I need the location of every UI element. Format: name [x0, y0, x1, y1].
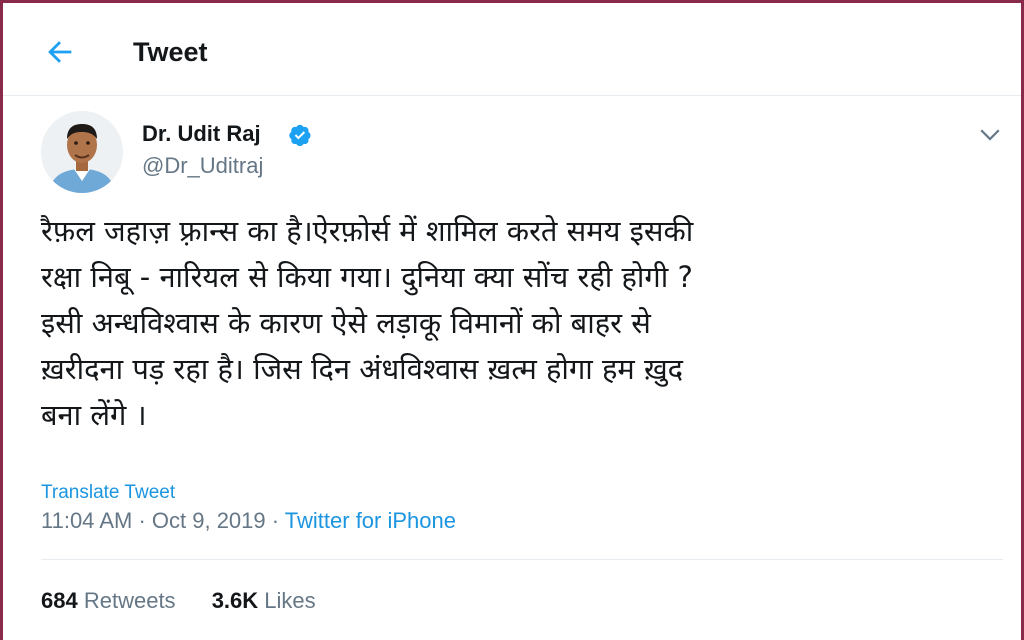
back-button[interactable] [43, 35, 77, 69]
tweet-stats: 684 Retweets 3.6K Likes [41, 588, 316, 614]
tweet-timestamp: 11:04 AM · Oct 9, 2019 · Twitter for iPh… [41, 508, 456, 534]
verified-badge-icon [288, 123, 312, 147]
likes-label: Likes [264, 588, 316, 613]
divider [41, 559, 1003, 560]
meta-separator: · [132, 508, 152, 533]
meta-separator: · [265, 508, 285, 533]
retweets-stat[interactable]: 684 Retweets [41, 588, 176, 614]
translate-tweet-link[interactable]: Translate Tweet [41, 482, 175, 504]
arrow-left-icon [48, 41, 72, 63]
chevron-down-icon [980, 129, 1000, 141]
avatar[interactable] [41, 111, 123, 193]
author-name[interactable]: Dr. Udit Raj [142, 121, 261, 147]
page-header: Tweet [3, 3, 1021, 96]
likes-stat[interactable]: 3.6K Likes [212, 588, 316, 614]
profile-photo [41, 111, 123, 193]
tweet-menu-button[interactable] [975, 119, 1005, 149]
tweet-text: रैफ़ल जहाज़ फ़्रान्स का है।ऐरफ़ोर्स में … [41, 214, 694, 432]
retweets-label: Retweets [83, 588, 176, 613]
page-title: Tweet [133, 37, 208, 67]
author-handle[interactable]: @Dr_Uditraj [142, 153, 263, 179]
retweets-count: 684 [41, 588, 78, 613]
tweet-source-link[interactable]: Twitter for iPhone [285, 508, 456, 533]
tweet-page: Tweet Dr. Udit Raj @Dr_Uditraj रैफ़ल जहा… [0, 0, 1024, 640]
tweet-date[interactable]: Oct 9, 2019 [152, 508, 266, 533]
likes-count: 3.6K [211, 588, 259, 613]
tweet-time[interactable]: 11:04 AM [41, 508, 132, 533]
